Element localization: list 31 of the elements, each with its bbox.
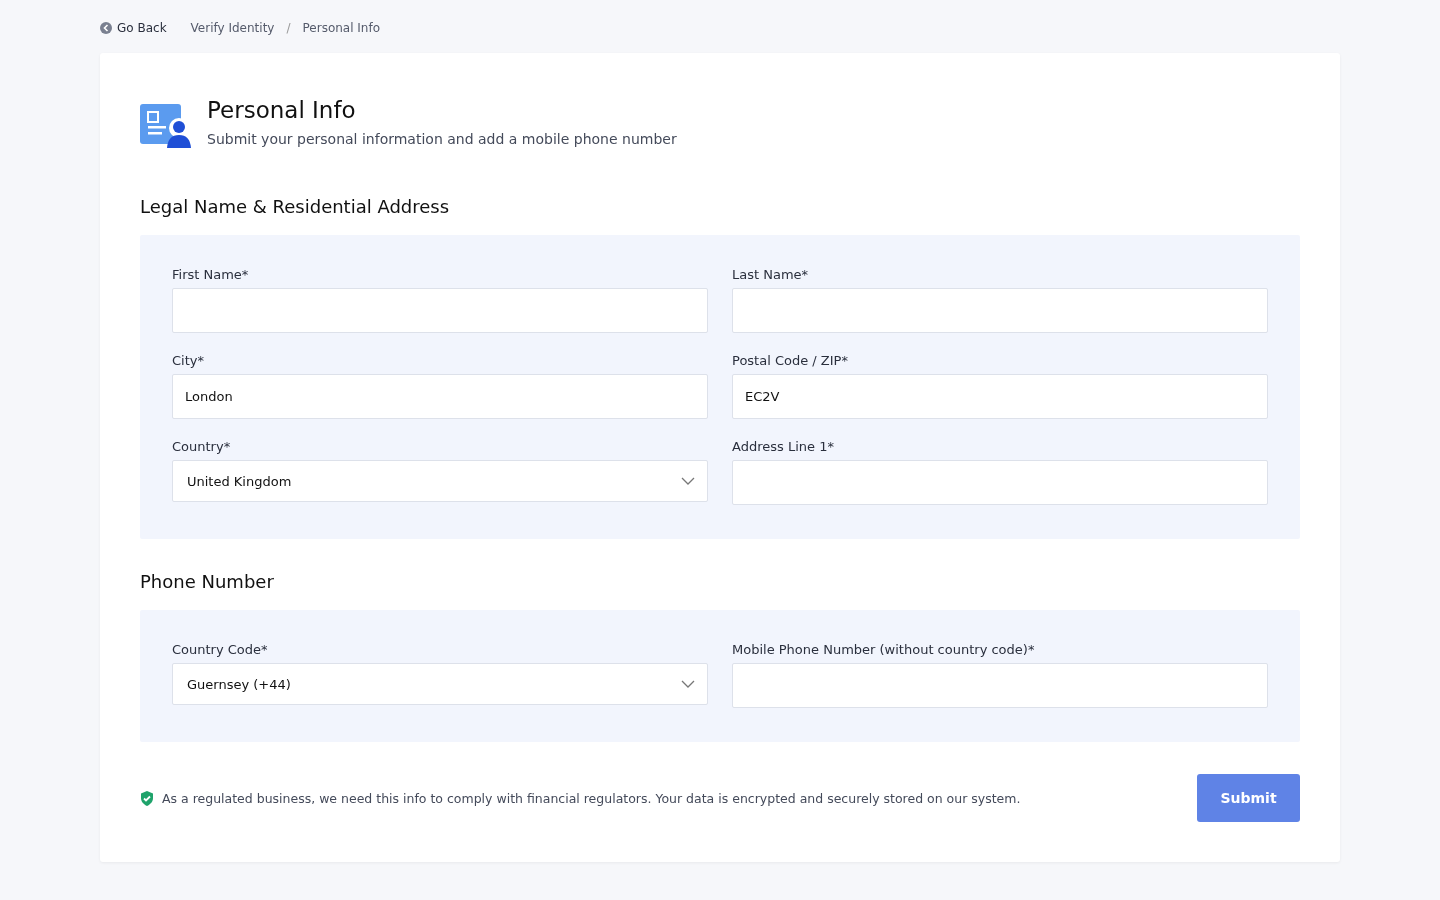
- breadcrumb-separator: /: [286, 21, 291, 35]
- field-label: Address Line 1*: [732, 439, 835, 454]
- text-field[interactable]: London: [172, 374, 708, 419]
- field-label: Last Name*: [732, 267, 810, 282]
- breadcrumb-item[interactable]: Personal Info: [302, 21, 381, 35]
- field-label: City*: [172, 353, 205, 368]
- text-field[interactable]: [732, 663, 1268, 708]
- chevron-down-icon: [681, 680, 695, 688]
- page-title: Personal Info: [207, 97, 357, 123]
- section-title: Legal Name & Residential Address: [140, 196, 451, 217]
- page-subtitle: Submit your personal information and add a mobile phone number: [207, 131, 677, 147]
- section-title: Phone Number: [140, 571, 275, 592]
- breadcrumb-item[interactable]: Verify Identity: [190, 21, 275, 35]
- id-card-person-icon: [140, 104, 191, 148]
- shield-check-icon: [140, 790, 154, 806]
- back-arrow-icon: [100, 22, 112, 34]
- submit-button[interactable]: Submit: [1197, 774, 1300, 822]
- field-label: Country Code*: [172, 642, 269, 657]
- dropdown-field[interactable]: Guernsey (+44): [172, 663, 708, 705]
- text-field[interactable]: [732, 460, 1268, 505]
- text-field[interactable]: [172, 288, 708, 333]
- field-label: Mobile Phone Number (without country code)*: [732, 642, 1036, 657]
- field-label: Country*: [172, 439, 232, 454]
- text-field[interactable]: [732, 288, 1268, 333]
- text-field[interactable]: EC2V: [732, 374, 1268, 419]
- dropdown-field[interactable]: United Kingdom: [172, 460, 708, 502]
- chevron-down-icon: [681, 477, 695, 485]
- go-back-link[interactable]: Go Back: [100, 21, 167, 35]
- field-label: First Name*: [172, 267, 250, 282]
- field-label: Postal Code / ZIP*: [732, 353, 849, 368]
- notice-text: As a regulated business, we need this info to comply with financial regulators. Your data is encrypted and securely stored on our system.: [162, 790, 1021, 806]
